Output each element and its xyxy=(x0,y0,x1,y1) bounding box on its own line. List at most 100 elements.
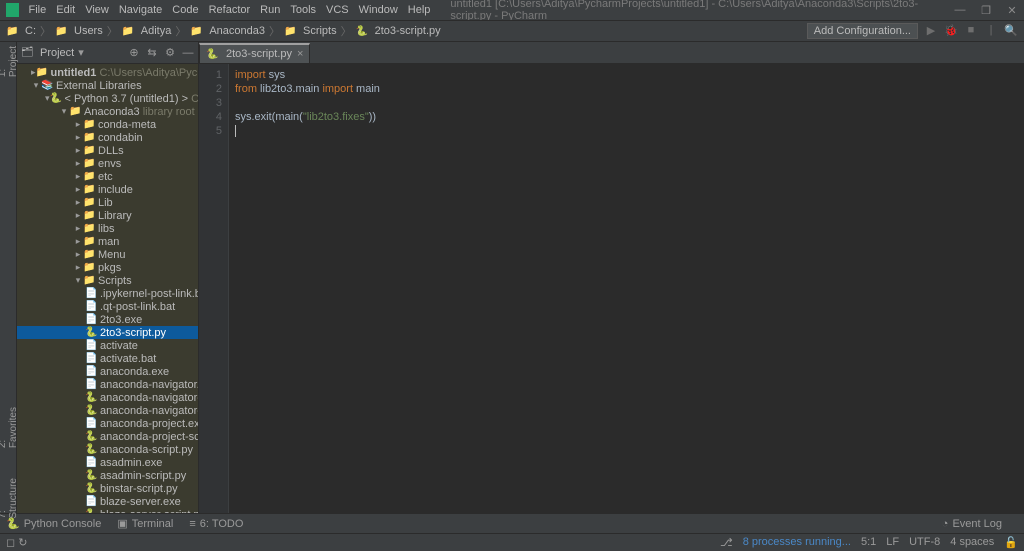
breadcrumb[interactable]: 📁Anaconda3 xyxy=(190,25,265,37)
editor-tab-label: 2to3-script.py xyxy=(226,48,292,60)
menu-navigate[interactable]: Navigate xyxy=(119,4,162,16)
minimize-button[interactable]: — xyxy=(954,4,966,17)
menu-file[interactable]: File xyxy=(29,4,47,16)
tree-file[interactable]: 🐍anaconda-navigator-script.py xyxy=(17,391,198,404)
left-toolstrip: 1: Project 2: Favorites 7: Structure xyxy=(0,42,17,513)
tree-file-selected[interactable]: 🐍2to3-script.py xyxy=(17,326,198,339)
status-run-icon[interactable]: ↻ xyxy=(18,536,27,549)
event-log-tab[interactable]: ◔Event Log xyxy=(942,518,1002,530)
menu-code[interactable]: Code xyxy=(172,4,198,16)
app-icon xyxy=(6,3,19,17)
tree-file[interactable]: 🐍asadmin-script.py xyxy=(17,469,198,482)
tree-folder[interactable]: ▸📁Library xyxy=(17,209,198,222)
tree-folder[interactable]: ▸📁man xyxy=(17,235,198,248)
breadcrumb[interactable]: 📁Users xyxy=(55,25,103,37)
menu-tools[interactable]: Tools xyxy=(290,4,316,16)
tree-file[interactable]: 📄2to3.exe xyxy=(17,313,198,326)
tree-anaconda[interactable]: ▾📁Anaconda3 library root xyxy=(17,105,198,118)
indent[interactable]: 4 spaces xyxy=(950,536,994,549)
project-panel-title[interactable]: Project xyxy=(40,47,74,59)
project-tree[interactable]: ▸📁untitled1 C:\Users\Aditya\PycharmProje… xyxy=(17,64,198,513)
menu-help[interactable]: Help xyxy=(408,4,431,16)
debug-icon[interactable]: 🐞 xyxy=(944,24,958,38)
tree-file[interactable]: 📄.qt-post-link.bat xyxy=(17,300,198,313)
search-icon[interactable]: 🔍 xyxy=(1004,24,1018,38)
tree-file[interactable]: 📄activate xyxy=(17,339,198,352)
breadcrumb[interactable]: 📁Aditya xyxy=(122,25,172,37)
processes-link[interactable]: 8 processes running... xyxy=(743,536,851,549)
toolstrip-project[interactable]: 1: Project xyxy=(0,46,19,77)
tree-file[interactable]: 🐍anaconda-project-script.py xyxy=(17,430,198,443)
code-area[interactable]: 1 2 3 4 5 import sys from lib2to3.main i… xyxy=(199,64,1024,513)
locate-icon[interactable]: ⊕ xyxy=(128,46,140,59)
minimize-panel-icon[interactable]: — xyxy=(182,47,194,59)
toolstrip-favorites[interactable]: 2: Favorites xyxy=(0,407,19,448)
tree-file[interactable]: 🐍anaconda-script.py xyxy=(17,443,198,456)
source[interactable]: import sys from lib2to3.main import main… xyxy=(229,64,1024,513)
tree-folder[interactable]: ▸📁include xyxy=(17,183,198,196)
tree-file[interactable]: 📄anaconda-project.exe xyxy=(17,417,198,430)
unlock-icon[interactable]: 🔓 xyxy=(1004,536,1018,549)
project-icon: 🗂 xyxy=(21,47,33,58)
encoding[interactable]: UTF-8 xyxy=(909,536,940,549)
python-console-tab[interactable]: 🐍Python Console xyxy=(6,517,101,530)
expand-all-icon[interactable]: ⇆ xyxy=(146,46,158,59)
line-sep[interactable]: LF xyxy=(886,536,899,549)
tree-root[interactable]: ▸📁untitled1 C:\Users\Aditya\PycharmProje… xyxy=(17,66,198,79)
tree-folder[interactable]: ▸📁envs xyxy=(17,157,198,170)
python-file-icon: 🐍 xyxy=(206,49,218,60)
stop-icon[interactable]: ■ xyxy=(964,24,978,38)
project-panel: 🗂 Project ▾ ⊕ ⇆ ⚙ — ▸📁untitled1 C:\Users… xyxy=(17,42,199,513)
tree-folder[interactable]: ▸📁conda-meta xyxy=(17,118,198,131)
tree-folder[interactable]: ▸📁Menu xyxy=(17,248,198,261)
tree-file[interactable]: 🐍binstar-script.py xyxy=(17,482,198,495)
breadcrumb-file[interactable]: 🐍2to3-script.py xyxy=(356,25,441,37)
navbar: 📁C: 〉 📁Users 〉 📁Aditya 〉 📁Anaconda3 〉 📁S… xyxy=(0,20,1024,42)
menu-vcs[interactable]: VCS xyxy=(326,4,349,16)
tree-external-libs[interactable]: ▾📚External Libraries xyxy=(17,79,198,92)
toolstrip-structure[interactable]: 7: Structure xyxy=(0,478,19,519)
tree-folder[interactable]: ▸📁condabin xyxy=(17,131,198,144)
tree-file[interactable]: 📄activate.bat xyxy=(17,352,198,365)
main: 1: Project 2: Favorites 7: Structure 🗂 P… xyxy=(0,42,1024,513)
tree-file[interactable]: 🐍anaconda-navigator-script.pyw xyxy=(17,404,198,417)
terminal-tab[interactable]: ▣Terminal xyxy=(117,517,173,530)
tree-folder[interactable]: ▸📁etc xyxy=(17,170,198,183)
run-icon[interactable]: ▶ xyxy=(924,24,938,38)
gutter: 1 2 3 4 5 xyxy=(199,64,229,513)
tree-file[interactable]: 📄blaze-server.exe xyxy=(17,495,198,508)
status-square-icon[interactable]: ◻ xyxy=(6,536,15,549)
tree-folder[interactable]: ▸📁libs xyxy=(17,222,198,235)
main-menu: File Edit View Navigate Code Refactor Ru… xyxy=(29,4,431,16)
gear-icon[interactable]: ⚙ xyxy=(164,46,176,59)
tree-folder[interactable]: ▸📁Lib xyxy=(17,196,198,209)
tree-folder[interactable]: ▸📁DLLs xyxy=(17,144,198,157)
tree-file[interactable]: 📄anaconda-navigator.exe xyxy=(17,378,198,391)
titlebar: File Edit View Navigate Code Refactor Ru… xyxy=(0,0,1024,20)
menu-edit[interactable]: Edit xyxy=(56,4,75,16)
editor-tab[interactable]: 🐍 2to3-script.py × xyxy=(199,43,310,63)
menu-view[interactable]: View xyxy=(85,4,109,16)
status-branch-icon[interactable]: ⎇ xyxy=(720,536,733,549)
menu-run[interactable]: Run xyxy=(260,4,280,16)
tree-folder[interactable]: ▸📁pkgs xyxy=(17,261,198,274)
chevron-down-icon[interactable]: ▾ xyxy=(78,46,84,59)
add-configuration-button[interactable]: Add Configuration... xyxy=(807,23,918,39)
tree-file[interactable]: 📄anaconda.exe xyxy=(17,365,198,378)
maximize-button[interactable]: ❐ xyxy=(980,4,992,17)
caret-position[interactable]: 5:1 xyxy=(861,536,876,549)
tree-file[interactable]: 📄asadmin.exe xyxy=(17,456,198,469)
breadcrumb[interactable]: 📁Scripts xyxy=(284,25,337,37)
close-button[interactable]: ✕ xyxy=(1006,4,1018,17)
breadcrumb-root[interactable]: 📁C: xyxy=(6,25,36,37)
menu-window[interactable]: Window xyxy=(359,4,398,16)
eventlog-icon: ◔ xyxy=(942,518,949,530)
tree-python[interactable]: ▾🐍< Python 3.7 (untitled1) > C:\Users\Ad… xyxy=(17,92,198,105)
tree-file[interactable]: 📄.ipykernel-post-link.bat xyxy=(17,287,198,300)
close-tab-icon[interactable]: × xyxy=(297,48,303,60)
todo-tab[interactable]: ≡6: TODO xyxy=(189,518,243,530)
editor-tabs: 🐍 2to3-script.py × xyxy=(199,42,1024,64)
menu-refactor[interactable]: Refactor xyxy=(209,4,251,16)
divider-icon: | xyxy=(984,24,998,38)
tree-folder-scripts[interactable]: ▾📁Scripts xyxy=(17,274,198,287)
